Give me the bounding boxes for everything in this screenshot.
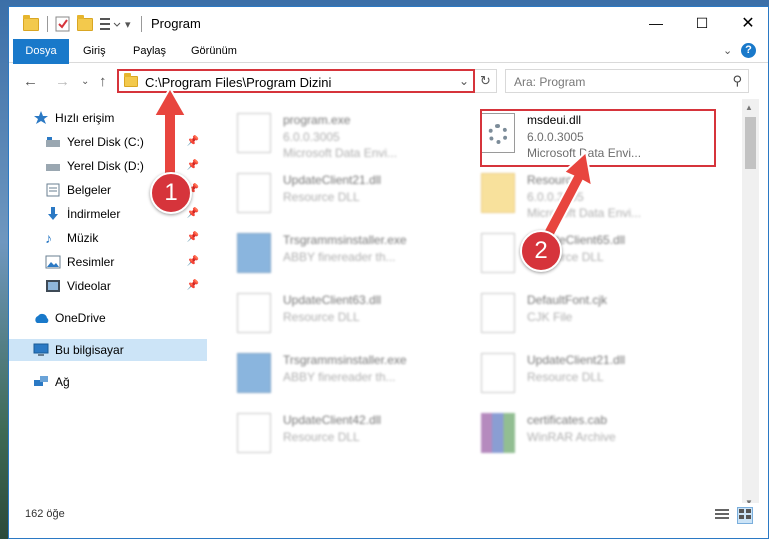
address-dropdown-icon[interactable]: ⌄ <box>459 74 469 88</box>
star-icon <box>33 111 49 125</box>
file-item[interactable]: Trsgrammsinstaller.exe ABBY finereader t… <box>207 225 447 281</box>
sidebar-item-label: Resimler <box>67 255 115 269</box>
window-title: Program <box>151 16 201 31</box>
callout-badge-2: 2 <box>520 230 562 272</box>
installer-icon <box>237 353 271 393</box>
status-bar: 162 öğe <box>9 503 768 525</box>
scroll-thumb[interactable] <box>745 117 756 169</box>
scroll-up-icon[interactable]: ▲ <box>745 103 753 112</box>
file-item[interactable]: UpdateClient21.dll Resource DLL <box>451 345 691 401</box>
minimize-button[interactable]: — <box>633 7 679 39</box>
pin-icon[interactable]: 📌 <box>187 256 199 267</box>
file-item[interactable]: Trsgrammsinstaller.exe ABBY finereader t… <box>207 345 447 401</box>
network-icon <box>33 375 49 389</box>
sidebar-item-label: Yerel Disk (C:) <box>67 135 144 149</box>
title-bar: ▾ Program — ☐ ✕ <box>9 7 768 39</box>
dll-icon <box>481 233 515 273</box>
file-item[interactable]: DefaultFont.cjk CJK File <box>451 285 691 341</box>
tab-home[interactable]: Giriş <box>83 39 106 63</box>
search-input[interactable]: Ara: Program ⚲ <box>505 69 749 93</box>
file-icon <box>481 293 515 333</box>
refresh-button[interactable]: ↻ <box>475 69 497 93</box>
sidebar-item-music[interactable]: ♪ Müzik 📌 <box>9 227 207 249</box>
file-highlight-box <box>480 109 716 167</box>
tab-share[interactable]: Paylaş <box>133 39 166 63</box>
installer-icon <box>237 233 271 273</box>
properties-icon[interactable] <box>55 15 71 33</box>
recent-locations-icon[interactable]: ⌄ <box>81 76 89 87</box>
item-count: 162 öğe <box>25 508 65 520</box>
sidebar-item-pictures[interactable]: Resimler 📌 <box>9 251 207 273</box>
explorer-window: ▾ Program — ☐ ✕ Dosya Giriş Paylaş Görün… <box>8 6 769 539</box>
maximize-button[interactable]: ☐ <box>679 7 725 39</box>
file-item[interactable]: program.exe 6.0.0.3005 Microsoft Data En… <box>207 105 447 161</box>
music-icon: ♪ <box>45 230 52 246</box>
folder-icon <box>124 73 138 87</box>
exe-icon <box>237 113 271 153</box>
file-item[interactable]: UpdateClient21.dll Resource DLL <box>207 165 447 221</box>
search-placeholder: Ara: Program <box>514 75 586 89</box>
documents-icon <box>45 183 61 197</box>
sidebar-item-this-pc[interactable]: Bu bilgisayar <box>9 339 207 361</box>
sidebar-item-videos[interactable]: Videolar 📌 <box>9 275 207 297</box>
back-button[interactable]: ← <box>23 73 38 90</box>
drive-icon <box>45 135 61 149</box>
expand-ribbon-icon[interactable]: ⌄ <box>723 44 732 57</box>
sidebar-item-label: Yerel Disk (D:) <box>67 159 144 173</box>
sidebar-item-label: Belgeler <box>67 183 112 197</box>
sidebar-item-label: Hızlı erişim <box>55 111 115 125</box>
new-folder-icon[interactable] <box>77 14 93 33</box>
ribbon-tabs: Dosya Giriş Paylaş Görünüm ⌄ ? <box>9 39 768 95</box>
tab-view[interactable]: Görünüm <box>191 39 237 63</box>
drive-icon <box>45 159 61 173</box>
file-item[interactable]: UpdateClient63.dll Resource DLL <box>207 285 447 341</box>
folder-file-icon <box>481 173 515 213</box>
close-button[interactable]: ✕ <box>725 7 768 39</box>
archive-icon <box>481 413 515 453</box>
pin-icon[interactable]: 📌 <box>187 280 199 291</box>
dll-icon <box>237 293 271 333</box>
file-list: program.exe 6.0.0.3005 Microsoft Data En… <box>207 99 742 511</box>
file-item[interactable]: UpdateClient42.dll Resource DLL <box>207 405 447 461</box>
quick-access-dropdown-icon[interactable]: ▾ <box>125 15 131 33</box>
video-icon <box>45 279 61 293</box>
help-icon[interactable]: ? <box>741 43 756 58</box>
sidebar-item-label: İndirmeler <box>67 207 121 221</box>
forward-button[interactable]: → <box>55 73 70 90</box>
vertical-scrollbar[interactable]: ▲ ▼ <box>742 99 759 511</box>
folder-icon <box>23 14 39 33</box>
dll-icon <box>481 353 515 393</box>
sidebar-item-label: OneDrive <box>55 311 106 325</box>
up-button[interactable]: ↑ <box>99 73 107 90</box>
dll-icon <box>237 173 271 213</box>
address-row: ← → ⌄ ↑ C:\Program Files\Program Dizini … <box>9 64 768 98</box>
customize-toolbar-icon[interactable] <box>99 15 123 33</box>
search-icon: ⚲ <box>732 73 742 88</box>
callout-badge-1: 1 <box>150 172 192 214</box>
sidebar-item-label: Ağ <box>55 375 70 389</box>
sidebar-item-network[interactable]: Ağ <box>9 371 207 393</box>
dll-icon <box>237 413 271 453</box>
sidebar-item-onedrive[interactable]: OneDrive <box>9 307 207 329</box>
pin-icon[interactable]: 📌 <box>187 208 199 219</box>
download-icon <box>45 207 61 221</box>
cloud-icon <box>33 311 49 325</box>
computer-icon <box>33 343 49 357</box>
details-view-icon[interactable] <box>715 508 729 523</box>
pictures-icon <box>45 255 61 269</box>
pin-icon[interactable]: 📌 <box>187 232 199 243</box>
large-icons-view-icon[interactable] <box>737 507 753 524</box>
file-item[interactable]: certificates.cab WinRAR Archive <box>451 405 691 461</box>
sidebar-item-label: Bu bilgisayar <box>55 343 124 357</box>
sidebar-item-label: Müzik <box>67 231 99 245</box>
sidebar-item-label: Videolar <box>67 279 111 293</box>
